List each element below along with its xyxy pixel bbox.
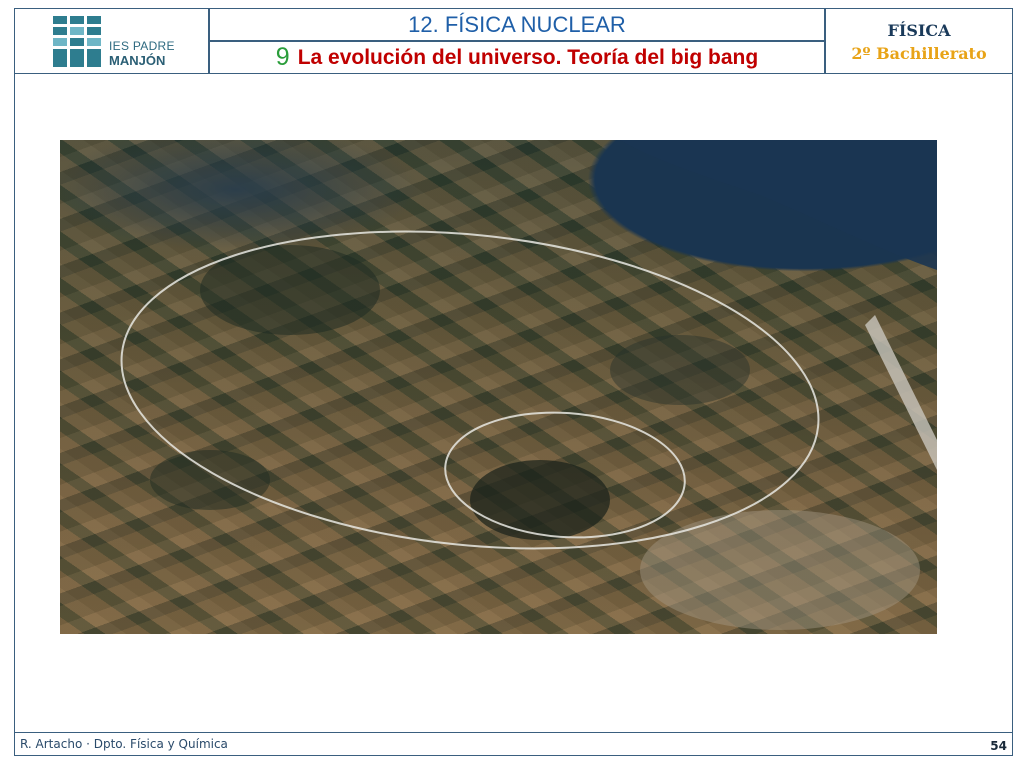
subject-label: FÍSICA xyxy=(887,21,951,40)
section-heading: 9 La evolución del universo. Teoría del … xyxy=(209,41,825,74)
slide-footer: R. Artacho · Dpto. Física y Química 54 xyxy=(14,732,1013,756)
page-number: 54 xyxy=(990,739,1007,753)
accelerator-rings-overlay xyxy=(120,140,937,630)
course-label: 2º Bachillerato xyxy=(851,44,987,63)
section-title: La evolución del universo. Teoría del bi… xyxy=(297,45,759,69)
section-number: 9 xyxy=(275,43,290,71)
chapter-title: 12. FÍSICA NUCLEAR xyxy=(209,8,825,41)
aerial-photo-lhc-ring xyxy=(60,140,937,634)
logo-line2: MANJÓN xyxy=(109,53,166,68)
footer-author: R. Artacho · Dpto. Física y Química xyxy=(20,737,228,751)
school-logo: IES PADRE MANJÓN xyxy=(14,8,209,74)
logo-line1: IES PADRE xyxy=(109,39,175,53)
subject-box: FÍSICA 2º Bachillerato xyxy=(825,8,1013,74)
